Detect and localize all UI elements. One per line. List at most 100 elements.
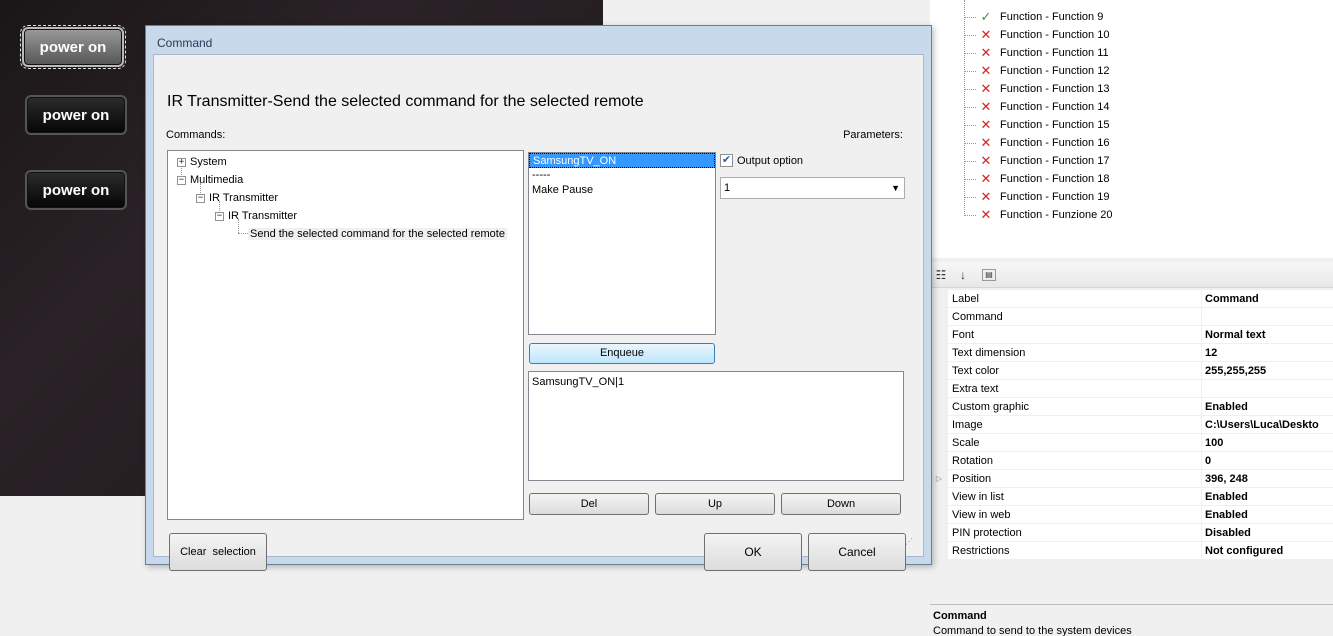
categorized-icon[interactable]: ☷	[932, 266, 950, 284]
property-row[interactable]: Image C:\Users\Luca\Deskto	[930, 416, 1333, 434]
command-list[interactable]: SamsungTV_ON ----- Make Pause	[528, 152, 716, 335]
sort-alphabetical-icon[interactable]: ↓	[954, 266, 972, 284]
property-pages-icon[interactable]: ▤	[982, 269, 996, 281]
expand-plus-icon[interactable]: +	[177, 157, 186, 167]
output-option-checkbox[interactable]: ✔ Output option	[720, 154, 803, 167]
property-row[interactable]: Restrictions Not configured	[930, 542, 1333, 560]
function-item[interactable]: ✕ Function - Function 19	[964, 188, 1109, 206]
property-value[interactable]	[1202, 308, 1333, 326]
function-item[interactable]: ✕ Function - Function 15	[964, 116, 1109, 134]
property-name: PIN protection	[948, 524, 1201, 542]
function-item[interactable]: ✓ Function - Function 9	[964, 8, 1103, 26]
checkbox-checked-icon[interactable]: ✔	[720, 154, 733, 167]
function-label: Function - Function 10	[1000, 29, 1110, 41]
tree-node-ir-transmitter-sub[interactable]: − IR Transmitter	[215, 208, 297, 224]
function-item[interactable]: ✕ Function - Function 14	[964, 98, 1109, 116]
property-row[interactable]: Scale 100	[930, 434, 1333, 452]
property-row[interactable]: Rotation 0	[930, 452, 1333, 470]
parameters-label: Parameters:	[843, 129, 903, 141]
function-label: Function - Function 18	[1000, 173, 1110, 185]
property-name: Rotation	[948, 452, 1201, 470]
power-on-label: power on	[39, 38, 107, 56]
function-item[interactable]: ✕ Function - Function 11	[964, 44, 1109, 62]
property-value[interactable]: 396, 248	[1202, 470, 1333, 488]
description-text: Command to send to the system devices	[933, 625, 1132, 636]
property-row[interactable]: Label Command	[930, 290, 1333, 308]
list-item[interactable]: Make Pause	[529, 183, 715, 198]
chevron-down-icon[interactable]: ▼	[891, 178, 900, 198]
property-row[interactable]: Extra text	[930, 380, 1333, 398]
property-row[interactable]: ▷ Position 396, 248	[930, 470, 1333, 488]
function-label: Function - Function 9	[1000, 11, 1104, 23]
property-name: Text dimension	[948, 344, 1201, 362]
output-select[interactable]: 1 ▼	[720, 177, 905, 199]
error-x-icon: ✕	[980, 171, 992, 186]
property-value[interactable]: Enabled	[1202, 488, 1333, 506]
error-x-icon: ✕	[980, 99, 992, 114]
collapse-minus-icon[interactable]: −	[215, 211, 224, 221]
function-item[interactable]: ✕ Function - Function 10	[964, 26, 1109, 44]
property-row[interactable]: Custom graphic Enabled	[930, 398, 1333, 416]
power-on-label: power on	[42, 106, 110, 124]
cancel-button[interactable]: Cancel	[808, 533, 906, 571]
function-item[interactable]: ✕ Function - Function 18	[964, 170, 1109, 188]
clear-selection-button[interactable]: Clear selection	[169, 533, 267, 571]
tree-node-ir-transmitter[interactable]: − IR Transmitter	[196, 190, 278, 206]
property-row[interactable]: View in web Enabled	[930, 506, 1333, 524]
power-on-button-3[interactable]: power on	[25, 170, 127, 210]
error-x-icon: ✕	[980, 153, 992, 168]
function-item[interactable]: ✕ Function - Funzione 20	[964, 206, 1113, 224]
property-name: Image	[948, 416, 1201, 434]
tree-node-label: IR Transmitter	[228, 210, 298, 222]
property-name: Extra text	[948, 380, 1201, 398]
tree-node-multimedia[interactable]: − Multimedia	[177, 172, 243, 188]
property-value[interactable]: Enabled	[1202, 398, 1333, 416]
description-title: Command	[933, 610, 987, 622]
function-item[interactable]: ✕ Function - Function 16	[964, 134, 1109, 152]
power-on-button-2[interactable]: power on	[25, 95, 127, 135]
function-item[interactable]: ✕ Function - Function 12	[964, 62, 1109, 80]
expand-arrow-icon[interactable]: ▷	[930, 470, 948, 488]
tree-node-send-command[interactable]: Send the selected command for the select…	[248, 226, 507, 242]
power-on-label: power on	[42, 181, 110, 199]
property-row[interactable]: Font Normal text	[930, 326, 1333, 344]
collapse-minus-icon[interactable]: −	[177, 175, 186, 185]
tree-node-system[interactable]: + System	[177, 154, 227, 170]
queue-textbox[interactable]: SamsungTV_ON|1	[528, 371, 904, 481]
property-value[interactable]: 12	[1202, 344, 1333, 362]
error-x-icon: ✕	[980, 117, 992, 132]
function-item[interactable]: ✕ Function - Function 13	[964, 80, 1109, 98]
del-button[interactable]: Del	[529, 493, 649, 515]
down-button[interactable]: Down	[781, 493, 901, 515]
list-item[interactable]: -----	[529, 168, 715, 183]
list-item[interactable]: SamsungTV_ON	[529, 153, 715, 168]
enqueue-button[interactable]: Enqueue	[529, 343, 715, 364]
property-value[interactable]: Normal text	[1202, 326, 1333, 344]
power-on-button-1[interactable]: power on	[20, 25, 126, 69]
commands-tree[interactable]: + System − Multimedia − IR Transmitter − IR …	[167, 150, 524, 520]
property-row[interactable]: View in list Enabled	[930, 488, 1333, 506]
collapse-minus-icon[interactable]: −	[196, 193, 205, 203]
property-row[interactable]: Text dimension 12	[930, 344, 1333, 362]
function-item[interactable]: ✕ Function - Function 17	[964, 152, 1109, 170]
property-name: Command	[948, 308, 1201, 326]
property-value[interactable]: Not configured	[1202, 542, 1333, 560]
property-name: Scale	[948, 434, 1201, 452]
property-value[interactable]: Command	[1202, 290, 1333, 308]
property-value[interactable]: Enabled	[1202, 506, 1333, 524]
property-value[interactable]	[1202, 380, 1333, 398]
function-label: Function - Function 14	[1000, 101, 1110, 113]
resize-grip-icon[interactable]: ⋰	[905, 537, 913, 546]
property-value[interactable]: 100	[1202, 434, 1333, 452]
property-value[interactable]: C:\Users\Luca\Deskto	[1202, 416, 1333, 434]
property-row[interactable]: Text color 255,255,255	[930, 362, 1333, 380]
up-button[interactable]: Up	[655, 493, 775, 515]
property-row[interactable]: PIN protection Disabled	[930, 524, 1333, 542]
property-value[interactable]: 0	[1202, 452, 1333, 470]
ok-button[interactable]: OK	[704, 533, 802, 571]
tree-node-label: Multimedia	[190, 174, 244, 186]
property-value[interactable]: 255,255,255	[1202, 362, 1333, 380]
property-value[interactable]: Disabled	[1202, 524, 1333, 542]
property-row[interactable]: Command	[930, 308, 1333, 326]
property-grid: ☷ ↓ ▤ Label Command Command Font Normal te…	[930, 262, 1333, 602]
